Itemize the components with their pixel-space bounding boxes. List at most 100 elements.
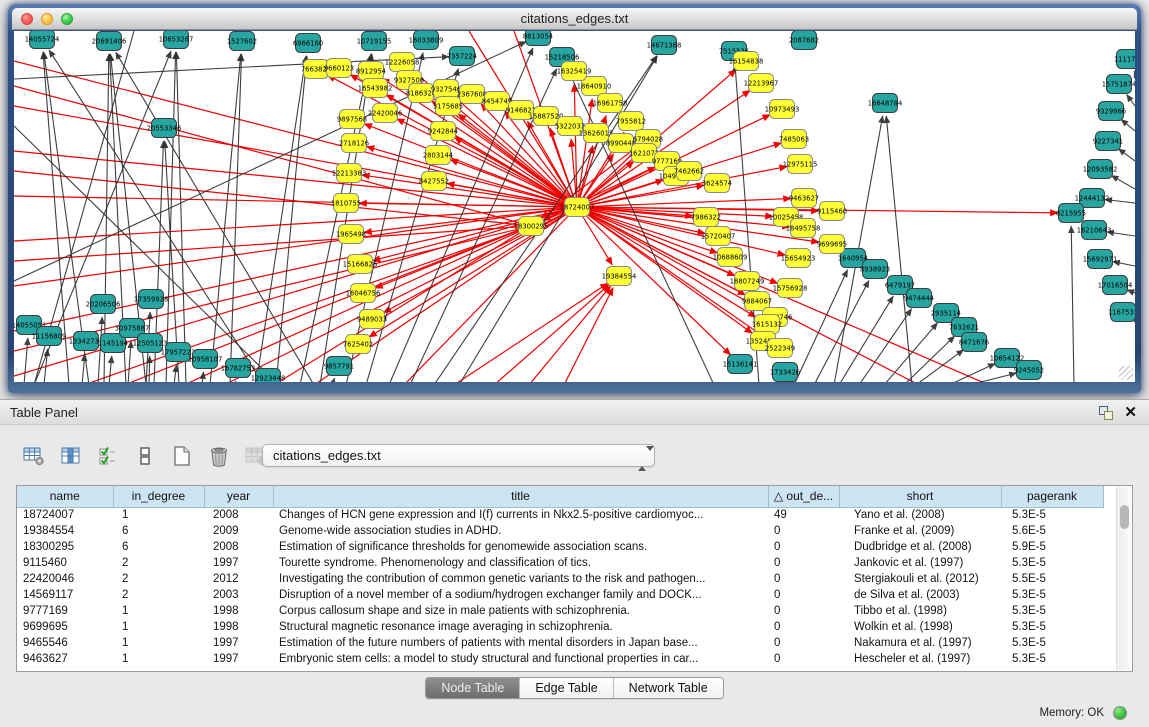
- graph-edge[interactable]: [14, 61, 577, 207]
- graph-node-label: 12093582: [1083, 165, 1118, 173]
- table-row[interactable]: 1830029562008Estimation of significance …: [17, 539, 1103, 555]
- table-row[interactable]: 946362711997Embryonic stem cells: a mode…: [17, 651, 1103, 667]
- graph-edge[interactable]: [1071, 226, 1074, 382]
- graph-edge[interactable]: [1127, 95, 1135, 106]
- table-cell: 0: [768, 523, 839, 539]
- graph-node-label: 7955812: [616, 117, 646, 125]
- graph-node-label: 18807249: [730, 277, 765, 285]
- graph-edge[interactable]: [450, 160, 577, 207]
- tab-edge-table[interactable]: Edge Table: [519, 678, 612, 698]
- graph-node-label: 10973493: [765, 105, 800, 113]
- table-row[interactable]: 2242004622012Investigating the contribut…: [17, 571, 1103, 587]
- window-titlebar[interactable]: citations_edges.txt: [12, 8, 1137, 30]
- graph-edge[interactable]: [1111, 175, 1135, 189]
- graph-edge[interactable]: [128, 341, 131, 382]
- graph-edge[interactable]: [14, 207, 577, 376]
- graph-node-label: 9489033: [357, 315, 387, 323]
- graph-node-label: 9857791: [324, 362, 354, 370]
- graph-node-label: 18724007: [560, 203, 595, 211]
- zoom-window-button[interactable]: [61, 13, 73, 25]
- graph-edge[interactable]: [332, 378, 335, 382]
- graph-edge[interactable]: [529, 286, 611, 382]
- graph-edge[interactable]: [859, 309, 912, 382]
- table-row[interactable]: 1938455462009Genome-wide association stu…: [17, 523, 1103, 539]
- graph-edge[interactable]: [577, 207, 785, 255]
- close-panel-icon[interactable]: ✕: [1124, 403, 1137, 421]
- close-window-button[interactable]: [21, 13, 33, 25]
- graph-node-label: 18495758: [786, 224, 821, 232]
- graph-node-label: 14055724: [25, 35, 60, 43]
- graph-node-label: 16046756: [346, 289, 381, 297]
- table-cell: 0: [768, 571, 839, 587]
- graph-node-label: 11156809: [32, 332, 67, 340]
- column-header-in_degree[interactable]: in_degree: [113, 486, 204, 507]
- graph-edge[interactable]: [949, 363, 995, 382]
- graph-edge[interactable]: [14, 207, 577, 286]
- minimize-window-button[interactable]: [41, 13, 53, 25]
- column-header-year[interactable]: year: [204, 486, 273, 507]
- table-row[interactable]: 1872400712008Changes of HCN gene express…: [17, 507, 1103, 523]
- table-cell: 5.3E-5: [1001, 635, 1103, 651]
- graph-node-label: 13626015: [579, 129, 614, 137]
- new-document-icon[interactable]: [170, 444, 194, 468]
- graph-edge[interactable]: [149, 356, 150, 382]
- graph-edge[interactable]: [82, 354, 85, 382]
- graph-edge[interactable]: [839, 296, 893, 382]
- graph-node-label: 12923448: [251, 374, 286, 382]
- graph-node-label: 7357224: [447, 52, 477, 60]
- graph-node-label: 18300295: [514, 222, 549, 230]
- column-header-out_de[interactable]: △ out_de...: [768, 486, 839, 507]
- graph-edge[interactable]: [1134, 71, 1135, 73]
- graph-edge[interactable]: [235, 381, 236, 382]
- memory-ok-indicator[interactable]: [1113, 706, 1127, 720]
- graph-edge[interactable]: [300, 54, 371, 382]
- graph-edge[interactable]: [1105, 200, 1135, 203]
- select-checklist-icon[interactable]: [96, 444, 120, 468]
- graph-edge[interactable]: [24, 338, 28, 382]
- graph-edge[interactable]: [176, 52, 186, 382]
- graph-edge[interactable]: [109, 356, 112, 382]
- graph-edge[interactable]: [174, 365, 176, 382]
- table-row[interactable]: 977716911998Corpus callosum shape and si…: [17, 603, 1103, 619]
- graph-edge[interactable]: [454, 283, 608, 382]
- table-cell: 18300295: [17, 539, 113, 555]
- graph-node-label: 10688609: [713, 253, 748, 261]
- column-header-pagerank[interactable]: pagerank: [1001, 486, 1103, 507]
- table-cell: 2012: [204, 571, 273, 587]
- table-row[interactable]: 946554611997Estimation of the future num…: [17, 635, 1103, 651]
- table-row[interactable]: 911546021997Tourette syndrome. Phenomeno…: [17, 555, 1103, 571]
- graph-node-label: 2522349: [765, 344, 795, 352]
- graph-edge[interactable]: [814, 281, 869, 382]
- table-cell: 1997: [204, 651, 273, 667]
- graph-edge[interactable]: [276, 56, 307, 382]
- graph-edge[interactable]: [1121, 119, 1135, 131]
- table-row[interactable]: 1456911722003Disruption of a novel membe…: [17, 587, 1103, 603]
- graph-node-label: 3624574: [702, 179, 732, 187]
- float-panel-icon[interactable]: [1099, 406, 1113, 420]
- show-columns-icon[interactable]: [59, 444, 83, 468]
- graph-node-label: 22420046: [368, 109, 403, 117]
- table-settings-icon[interactable]: [22, 444, 46, 468]
- table-row[interactable]: 969969511998Structural magnetic resonanc…: [17, 619, 1103, 635]
- graph-edge[interactable]: [577, 199, 791, 207]
- table-cell: 2008: [204, 507, 273, 523]
- network-canvas[interactable]: 1872400714055724206914061065326715276026…: [14, 31, 1135, 382]
- table-cell: 5.3E-5: [1001, 507, 1103, 523]
- graph-edge[interactable]: [1127, 290, 1135, 293]
- tab-node-table[interactable]: Node Table: [426, 678, 519, 698]
- column-header-title[interactable]: title: [273, 486, 768, 507]
- scrollbar-thumb[interactable]: [1120, 505, 1129, 529]
- graph-edge[interactable]: [969, 373, 1016, 382]
- table-tabs-row: Node TableEdge TableNetwork Table: [0, 677, 1149, 699]
- graph-edge[interactable]: [320, 54, 372, 382]
- column-header-short[interactable]: short: [839, 486, 1001, 507]
- table-selector-dropdown[interactable]: citations_edges.txt: [262, 444, 655, 467]
- graph-edge[interactable]: [1118, 149, 1135, 161]
- stacked-squares-icon[interactable]: [133, 444, 157, 468]
- column-header-name[interactable]: name: [17, 486, 113, 507]
- trash-icon[interactable]: [207, 444, 231, 468]
- table-cell: 1: [113, 619, 204, 635]
- tab-network-table[interactable]: Network Table: [613, 678, 723, 698]
- resize-grip-icon[interactable]: [1119, 366, 1133, 380]
- vertical-scrollbar[interactable]: [1116, 487, 1131, 670]
